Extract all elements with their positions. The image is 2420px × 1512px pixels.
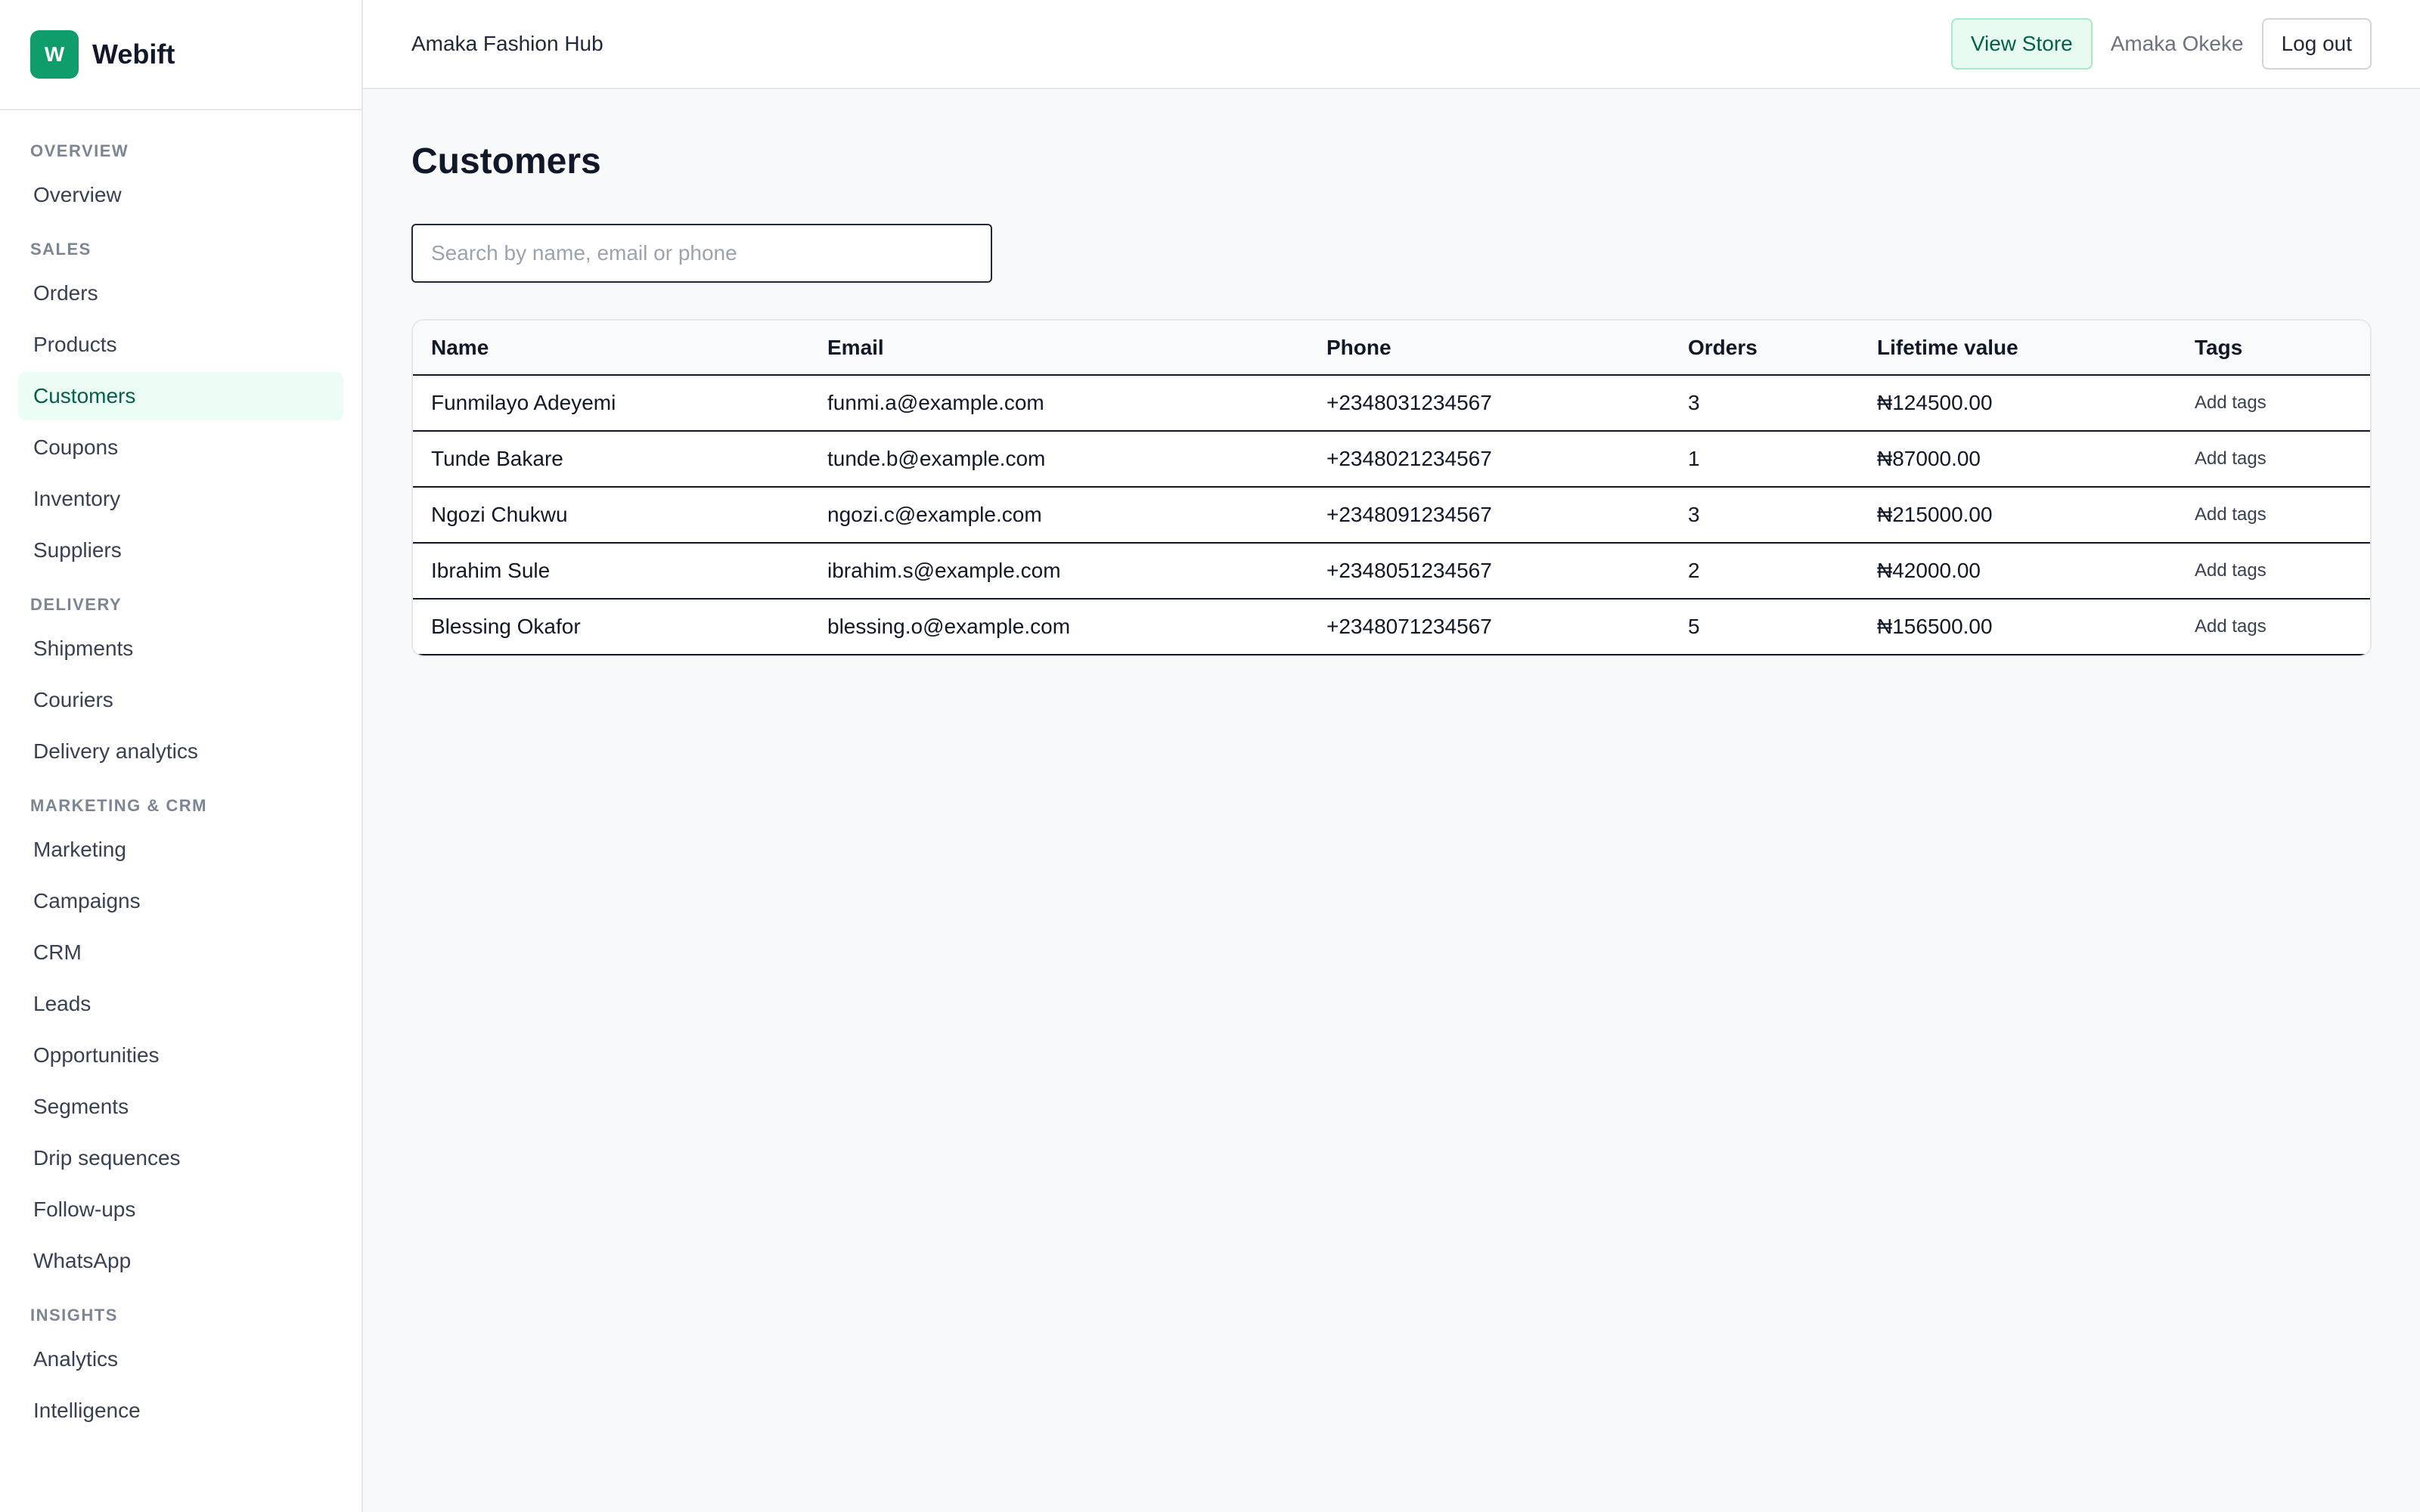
add-tags-link[interactable]: Add tags (2176, 487, 2370, 544)
customer-orders: 5 (1670, 599, 1859, 655)
customer-phone: +2348031234567 (1308, 375, 1670, 432)
sidebar-item-delivery-analytics[interactable]: Delivery analytics (18, 727, 343, 776)
brand-name: Webift (92, 39, 175, 70)
customer-email: tunde.b@example.com (809, 431, 1308, 488)
table-row[interactable]: Blessing Okafor blessing.o@example.com +23… (413, 599, 2370, 655)
sidebar-item-crm[interactable]: CRM (18, 928, 343, 977)
sidebar-item-drip-sequences[interactable]: Drip sequences (18, 1134, 343, 1182)
customer-email: ngozi.c@example.com (809, 487, 1308, 544)
customer-email: blessing.o@example.com (809, 599, 1308, 655)
column-header-phone[interactable]: Phone (1308, 321, 1670, 376)
customer-name: Ngozi Chukwu (413, 487, 809, 544)
customer-phone: +2348051234567 (1308, 543, 1670, 600)
table-row[interactable]: Funmilayo Adeyemi funmi.a@example.com +234… (413, 375, 2370, 432)
view-store-button[interactable]: View Store (1950, 18, 2093, 70)
main-content: Customers Name Email Phone Orders Lifeti… (411, 89, 2372, 657)
brand-logo-icon: W (30, 30, 79, 79)
sidebar-item-analytics[interactable]: Analytics (18, 1335, 343, 1383)
sidebar-item-customers[interactable]: Customers (18, 372, 343, 420)
nav-section-title: SALES (30, 240, 92, 259)
user-name[interactable]: Amaka Okeke (2111, 32, 2244, 56)
sidebar-item-products[interactable]: Products (18, 321, 343, 369)
column-header-name[interactable]: Name (413, 321, 809, 376)
sidebar-item-inventory[interactable]: Inventory (18, 475, 343, 523)
top-bar: Amaka Fashion Hub View Store Amaka Okeke… (363, 0, 2420, 89)
sidebar-item-opportunities[interactable]: Opportunities (18, 1031, 343, 1080)
customer-orders: 3 (1670, 487, 1859, 544)
sidebar-item-marketing[interactable]: Marketing (18, 826, 343, 874)
sidebar-item-segments[interactable]: Segments (18, 1083, 343, 1131)
sidebar-item-leads[interactable]: Leads (18, 980, 343, 1028)
sidebar-item-orders[interactable]: Orders (18, 269, 343, 318)
nav-section-title: INSIGHTS (30, 1306, 118, 1325)
nav-section: MARKETING & CRM Marketing Campaigns CRM Lead… (18, 789, 343, 1285)
table-header-row: Name Email Phone Orders Lifetime value T… (413, 321, 2370, 376)
table-row[interactable]: Ngozi Chukwu ngozi.c@example.com +23480912… (413, 487, 2370, 544)
customer-phone: +2348071234567 (1308, 599, 1670, 655)
nav-section: DELIVERY Shipments Couriers Delivery analyt… (18, 588, 343, 776)
sidebar-item-coupons[interactable]: Coupons (18, 423, 343, 472)
sidebar-item-intelligence[interactable]: Intelligence (18, 1387, 343, 1435)
customer-email: funmi.a@example.com (809, 375, 1308, 432)
page-title: Customers (411, 141, 601, 181)
customer-orders: 2 (1670, 543, 1859, 600)
column-header-tags: Tags (2176, 321, 2370, 376)
table-row[interactable]: Ibrahim Sule ibrahim.s@example.com +234805… (413, 543, 2370, 600)
brand[interactable]: W Webift (0, 0, 361, 110)
column-header-email[interactable]: Email (809, 321, 1308, 376)
add-tags-link[interactable]: Add tags (2176, 431, 2370, 488)
customer-phone: +2348021234567 (1308, 431, 1670, 488)
customer-lifetime-value: ₦124500.00 (1859, 375, 2176, 432)
customer-name: Ibrahim Sule (413, 543, 809, 600)
table-row[interactable]: Tunde Bakare tunde.b@example.com +23480212… (413, 431, 2370, 488)
customers-table-container: Name Email Phone Orders Lifetime value T… (411, 319, 2372, 657)
nav-section-title: DELIVERY (30, 595, 123, 614)
nav-section-title: MARKETING & CRM (30, 796, 207, 815)
customer-orders: 1 (1670, 431, 1859, 488)
nav-section: INSIGHTS Analytics Intelligence (18, 1299, 343, 1435)
sidebar-nav: OVERVIEW Overview SALES Orders Products Custo… (0, 110, 361, 1435)
sidebar-item-couriers[interactable]: Couriers (18, 676, 343, 724)
sidebar-item-suppliers[interactable]: Suppliers (18, 526, 343, 575)
nav-section-title: OVERVIEW (30, 141, 129, 160)
nav-section: SALES Orders Products Customers Coupons Inven… (18, 233, 343, 575)
customer-name: Blessing Okafor (413, 599, 809, 655)
customer-lifetime-value: ₦87000.00 (1859, 431, 2176, 488)
customer-lifetime-value: ₦42000.00 (1859, 543, 2176, 600)
sidebar-item-follow-ups[interactable]: Follow-ups (18, 1185, 343, 1234)
logout-button[interactable]: Log out (2261, 18, 2372, 70)
customer-name: Funmilayo Adeyemi (413, 375, 809, 432)
sidebar-item-overview[interactable]: Overview (18, 171, 343, 219)
add-tags-link[interactable]: Add tags (2176, 599, 2370, 655)
customer-name: Tunde Bakare (413, 431, 809, 488)
customer-lifetime-value: ₦156500.00 (1859, 599, 2176, 655)
add-tags-link[interactable]: Add tags (2176, 543, 2370, 600)
customers-table: Name Email Phone Orders Lifetime value T… (413, 321, 2370, 655)
sidebar: W Webift OVERVIEW Overview SALES Orders Prod… (0, 0, 363, 1512)
add-tags-link[interactable]: Add tags (2176, 375, 2370, 432)
customer-orders: 3 (1670, 375, 1859, 432)
sidebar-item-whatsapp[interactable]: WhatsApp (18, 1237, 343, 1285)
sidebar-item-campaigns[interactable]: Campaigns (18, 877, 343, 925)
customer-phone: +2348091234567 (1308, 487, 1670, 544)
column-header-lifetime-value[interactable]: Lifetime value (1859, 321, 2176, 376)
customer-email: ibrahim.s@example.com (809, 543, 1308, 600)
column-header-orders[interactable]: Orders (1670, 321, 1859, 376)
customer-lifetime-value: ₦215000.00 (1859, 487, 2176, 544)
store-name: Amaka Fashion Hub (411, 32, 603, 55)
top-actions: View Store Amaka Okeke Log out (1950, 18, 2372, 70)
search-input[interactable] (411, 224, 992, 283)
nav-section: OVERVIEW Overview (18, 135, 343, 219)
sidebar-item-shipments[interactable]: Shipments (18, 624, 343, 673)
